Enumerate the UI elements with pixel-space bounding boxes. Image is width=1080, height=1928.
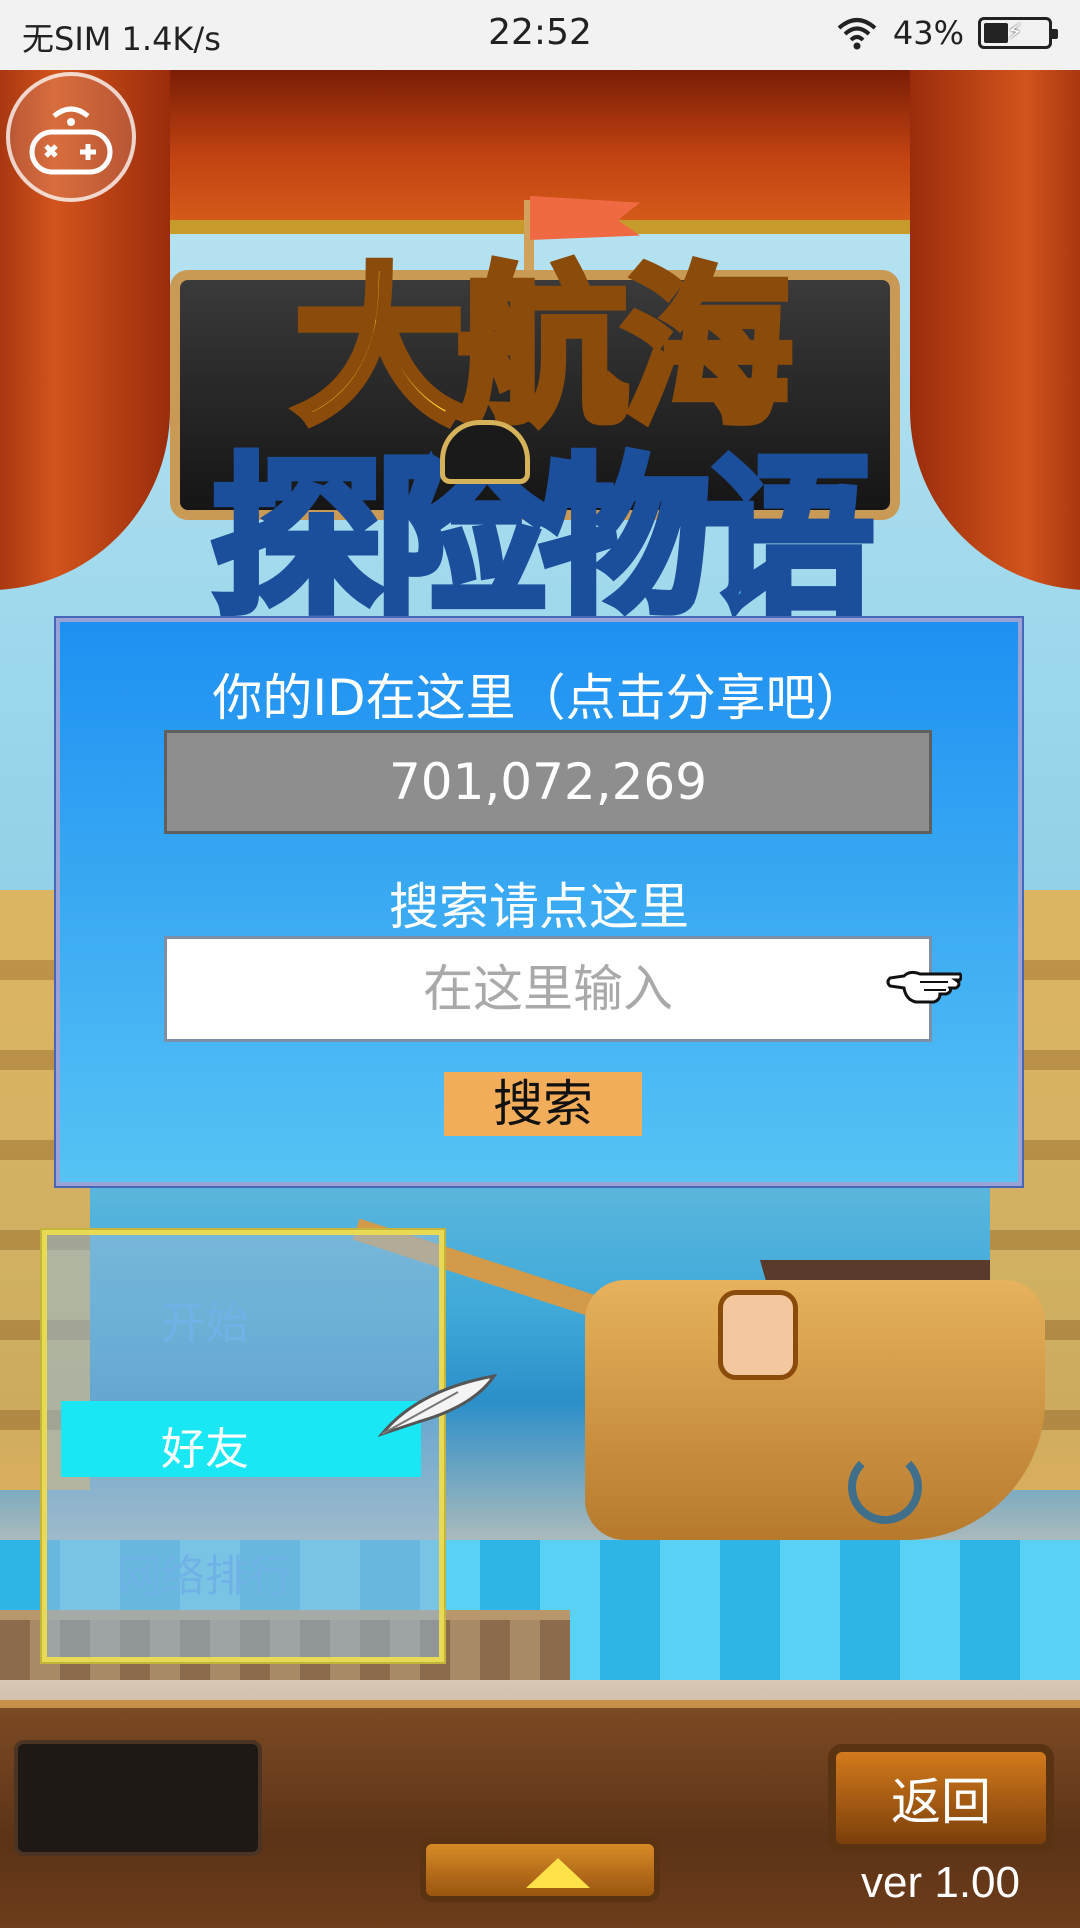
- search-input[interactable]: [164, 936, 932, 1042]
- battery-percent: 43%: [892, 14, 964, 52]
- status-right: 43% ⚡: [835, 14, 1058, 52]
- player-id-field[interactable]: 701,072,269: [164, 730, 932, 834]
- bottom-bar: 返回 ver 1.00: [0, 1700, 1080, 1928]
- id-dialog-title[interactable]: 你的ID在这里（点击分享吧）: [60, 658, 1018, 730]
- up-arrow-icon: [526, 1858, 590, 1888]
- wifi-icon: [837, 18, 877, 50]
- pirate-character: [718, 1290, 798, 1380]
- empty-slot: [14, 1740, 262, 1856]
- search-button[interactable]: 搜索: [444, 1072, 642, 1136]
- status-bar: 无SIM 1.4K/s 22:52 43% ⚡: [0, 0, 1080, 70]
- pointing-hand-icon: [886, 970, 962, 1004]
- game-logo-subtitle: 探险物语: [208, 436, 878, 642]
- id-dialog: 你的ID在这里（点击分享吧） 701,072,269 搜索请点这里 搜索: [54, 616, 1024, 1188]
- anchor-icon: [848, 1450, 922, 1524]
- battery-icon: ⚡: [978, 17, 1058, 49]
- back-button[interactable]: 返回: [828, 1744, 1054, 1852]
- quill-icon: [378, 1373, 498, 1437]
- gamepad-icon[interactable]: [6, 72, 136, 202]
- main-menu: 开始 好友 网络排行: [40, 1228, 446, 1664]
- menu-item-start[interactable]: 开始: [9, 1287, 401, 1351]
- menu-item-ranking[interactable]: 网络排行: [9, 1540, 401, 1604]
- up-arrow-button[interactable]: [420, 1838, 660, 1902]
- version-label: ver 1.00: [861, 1858, 1020, 1907]
- menu-item-friends[interactable]: 好友: [9, 1413, 401, 1477]
- pirate-hat-icon: [440, 420, 530, 484]
- ship-hull: [585, 1280, 1045, 1540]
- search-prompt: 搜索请点这里: [389, 878, 689, 936]
